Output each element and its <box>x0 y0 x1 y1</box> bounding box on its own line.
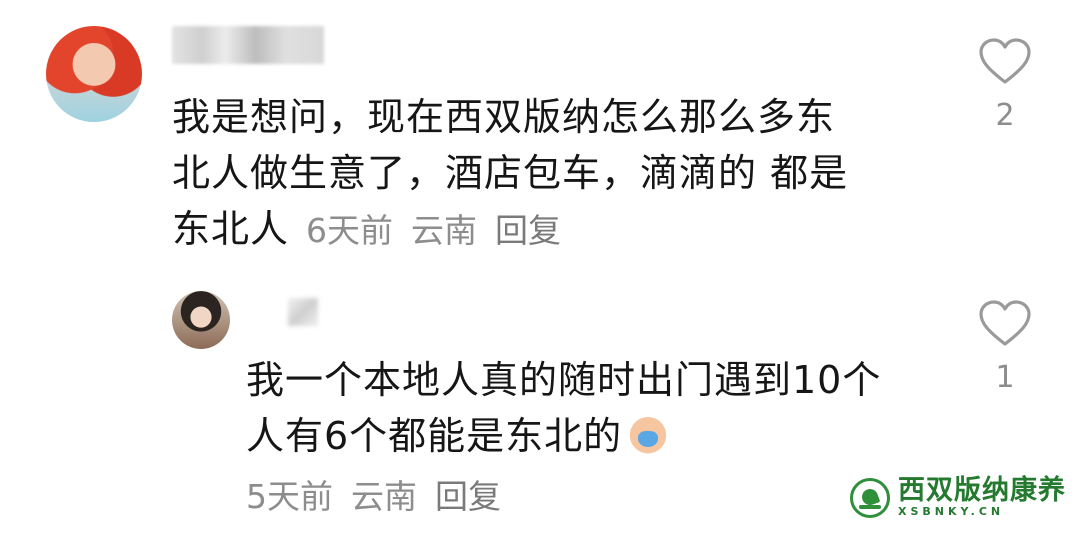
watermark-title: 西双版纳康养 <box>898 475 1066 506</box>
comment-location: 云南 <box>411 211 477 250</box>
comment-meta: 6天前 云南 回复 <box>306 203 579 259</box>
watermark-subtitle: XSBNKY.CN <box>898 505 1005 518</box>
comment-time: 5天前 <box>246 477 333 516</box>
comment-location: 云南 <box>351 477 417 516</box>
heart-icon[interactable] <box>978 38 1032 86</box>
palm-tree-logo-icon <box>850 478 890 518</box>
like-button[interactable]: 2 <box>977 38 1033 133</box>
like-button[interactable]: 1 <box>977 300 1033 395</box>
username-blurred[interactable] <box>288 298 318 326</box>
heart-icon[interactable] <box>978 300 1032 348</box>
like-count: 1 <box>995 360 1015 395</box>
avatar[interactable] <box>46 26 142 122</box>
crying-emoji-icon <box>626 411 671 455</box>
comment-text-content: 我一个本地人真的随时出门遇到10个 人有6个都能是东北的 <box>246 358 882 458</box>
username-blurred[interactable] <box>172 26 324 64</box>
watermark: 西双版纳康养 XSBNKY.CN <box>850 476 1066 520</box>
reply-button[interactable]: 回复 <box>495 211 561 250</box>
comment-text: 我一个本地人真的随时出门遇到10个 人有6个都能是东北的 <box>246 352 946 464</box>
avatar[interactable] <box>172 291 230 349</box>
reply-button[interactable]: 回复 <box>435 477 501 516</box>
comment-meta: 5天前 云南 回复 <box>246 472 519 522</box>
comment-time: 6天前 <box>306 211 393 250</box>
like-count: 2 <box>995 98 1015 133</box>
